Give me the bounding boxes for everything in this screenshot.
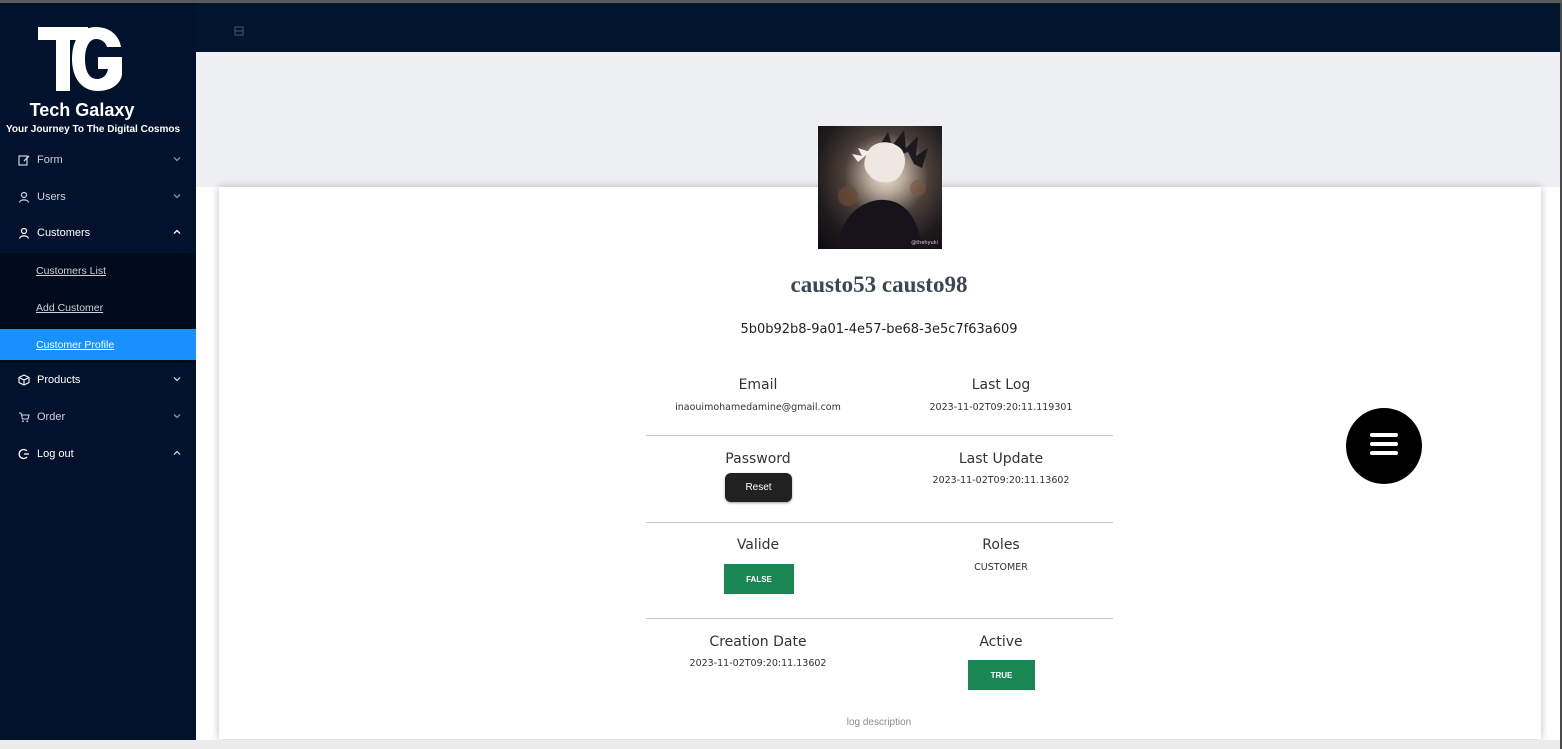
active-status-badge: TRUE — [968, 660, 1035, 690]
sidebar-item-label: Log out — [37, 448, 74, 460]
divider — [646, 435, 1113, 436]
valide-label: Valide — [736, 537, 780, 553]
avatar: @thehyuki — [818, 126, 942, 249]
sidebar-item-label: Products — [37, 374, 81, 386]
roles-value: CUSTOMER — [974, 562, 1028, 573]
reset-password-button[interactable]: Reset — [725, 473, 792, 502]
sidebar-item-customers[interactable]: Customers — [0, 215, 196, 251]
floating-menu-button[interactable] — [1346, 408, 1422, 484]
sidebar-item-label: Order — [37, 411, 66, 423]
sidebar-item-products[interactable]: Products — [0, 362, 196, 398]
menu-toggle-icon[interactable] — [234, 23, 244, 36]
valide-status-badge: FALSE — [724, 564, 794, 594]
sidebar-item-users[interactable]: Users — [0, 179, 196, 215]
user-icon — [18, 227, 30, 239]
customers-submenu: Customers List Add Customer Customer Pro… — [0, 253, 196, 363]
brand-title: Tech Galaxy — [29, 100, 135, 120]
roles-label: Roles — [982, 537, 1020, 553]
email-value: inaouimohamedamine@gmail.com — [675, 402, 841, 413]
sidebar-subitem-add-customer[interactable]: Add Customer — [0, 292, 196, 323]
chevron-down-icon — [172, 374, 182, 384]
sidebar-subitem-customer-profile[interactable]: Customer Profile — [0, 329, 196, 360]
brand-logo — [36, 25, 126, 95]
avatar-watermark: @thehyuki — [911, 240, 938, 246]
sidebar-item-label: Customers — [37, 227, 91, 239]
last-log-value: 2023-11-02T09:20:11.119301 — [929, 402, 1073, 413]
chevron-down-icon — [172, 154, 182, 164]
log-description: log description — [846, 717, 912, 728]
cart-icon — [18, 411, 30, 423]
profile-name: causto53 causto98 — [790, 272, 968, 297]
creation-date-label: Creation Date — [709, 634, 807, 650]
profile-card — [219, 187, 1541, 739]
edit-icon — [18, 154, 30, 166]
sidebar-item-form[interactable]: Form — [0, 142, 196, 178]
user-icon — [18, 191, 30, 203]
profile-id: 5b0b92b8-9a01-4e57-be68-3e5c7f63a609 — [740, 322, 1018, 337]
active-label: Active — [979, 634, 1023, 650]
sidebar-item-label: Users — [37, 191, 66, 203]
divider — [646, 522, 1113, 523]
last-update-value: 2023-11-02T09:20:11.13602 — [932, 475, 1070, 486]
sidebar-item-label: Form — [37, 154, 63, 166]
divider — [646, 618, 1113, 619]
creation-date-value: 2023-11-02T09:20:11.13602 — [689, 658, 827, 669]
last-update-label: Last Update — [958, 451, 1044, 467]
cube-icon — [18, 374, 30, 386]
sidebar-subitem-customers-list[interactable]: Customers List — [0, 255, 196, 286]
chevron-down-icon — [172, 191, 182, 201]
sidebar-item-order[interactable]: Order — [0, 399, 196, 435]
chevron-up-icon — [172, 448, 182, 458]
brand-subtitle: Your Journey To The Digital Cosmos — [5, 124, 181, 135]
window-bottom-bar — [0, 740, 1562, 749]
chevron-down-icon — [172, 411, 182, 421]
top-bar — [196, 3, 1562, 52]
password-label: Password — [725, 451, 791, 467]
email-label: Email — [738, 377, 778, 393]
hamburger-icon — [1369, 431, 1399, 462]
sidebar-item-logout[interactable]: Log out — [0, 436, 196, 472]
chevron-up-icon — [172, 227, 182, 237]
sidebar: Tech Galaxy Your Journey To The Digital … — [0, 3, 196, 740]
last-log-label: Last Log — [971, 377, 1031, 393]
logout-icon — [18, 448, 30, 460]
